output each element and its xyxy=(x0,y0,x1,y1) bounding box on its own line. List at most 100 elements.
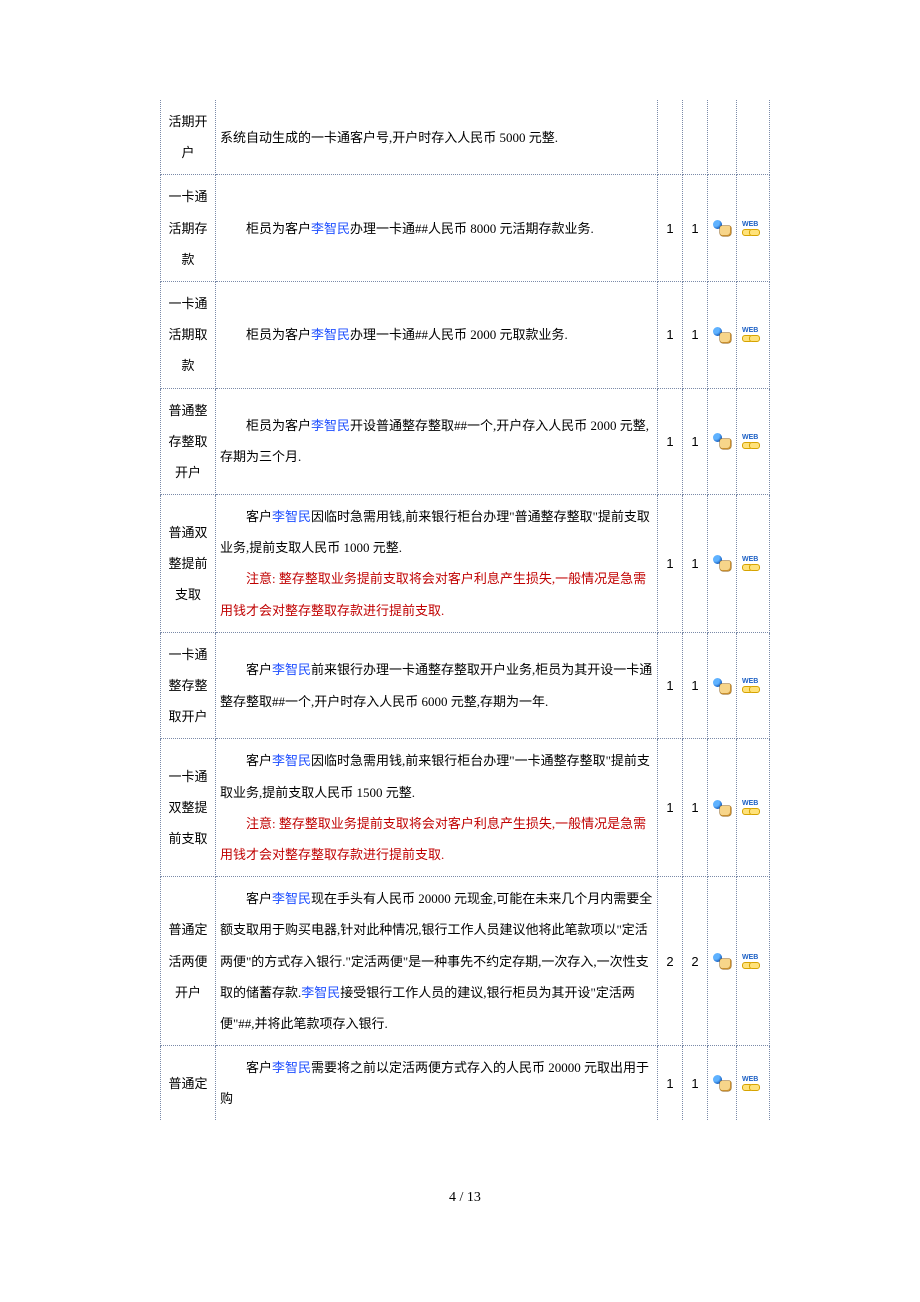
row-title: 一卡通活期取款 xyxy=(161,281,216,388)
drag-globe-icon[interactable] xyxy=(713,220,731,236)
web-link-icon[interactable]: WEB xyxy=(741,327,765,343)
table-row: 普通整存整取开户柜员为客户李智民开设普通整存整取##一个,开户存入人民币 200… xyxy=(161,388,770,495)
count-col-2: 1 xyxy=(683,739,708,877)
web-cell: WEB xyxy=(737,281,770,388)
count-col-2: 1 xyxy=(683,281,708,388)
icon-cell xyxy=(708,495,737,633)
count-col-1: 1 xyxy=(658,281,683,388)
count-col-1 xyxy=(658,100,683,175)
web-link-icon[interactable]: WEB xyxy=(741,953,765,969)
table-row: 一卡通活期存款柜员为客户李智民办理一卡通##人民币 8000 元活期存款业务.1… xyxy=(161,175,770,282)
icon-cell xyxy=(708,1046,737,1121)
count-col-2: 1 xyxy=(683,1046,708,1121)
web-cell: WEB xyxy=(737,877,770,1046)
drag-globe-icon[interactable] xyxy=(713,678,731,694)
page-footer: 4 / 13 xyxy=(160,1190,770,1206)
count-col-2 xyxy=(683,100,708,175)
web-link-icon[interactable]: WEB xyxy=(741,433,765,449)
customer-name: 李智民 xyxy=(272,753,311,768)
drag-globe-icon[interactable] xyxy=(713,800,731,816)
row-description: 客户李智民前来银行办理一卡通整存整取开户业务,柜员为其开设一卡通整存整取##一个… xyxy=(216,632,658,739)
count-col-2: 1 xyxy=(683,632,708,739)
count-col-2: 1 xyxy=(683,388,708,495)
table-row: 普通双整提前支取客户李智民因临时急需用钱,前来银行柜台办理"普通整存整取"提前支… xyxy=(161,495,770,633)
desc-text: 客户 xyxy=(246,753,272,768)
desc-text: 柜员为客户 xyxy=(246,327,311,342)
desc-text: 办理一卡通##人民币 8000 元活期存款业务. xyxy=(350,221,594,236)
drag-globe-icon[interactable] xyxy=(713,1075,731,1091)
icon-cell xyxy=(708,739,737,877)
desc-text: 客户 xyxy=(246,662,272,677)
table-row: 活期开户系统自动生成的一卡通客户号,开户时存入人民币 5000 元整. xyxy=(161,100,770,175)
row-title: 一卡通双整提前支取 xyxy=(161,739,216,877)
count-col-2: 1 xyxy=(683,175,708,282)
row-description: 柜员为客户李智民办理一卡通##人民币 2000 元取款业务. xyxy=(216,281,658,388)
row-title: 一卡通活期存款 xyxy=(161,175,216,282)
row-title: 普通双整提前支取 xyxy=(161,495,216,633)
customer-name: 李智民 xyxy=(301,985,340,1000)
row-title: 普通整存整取开户 xyxy=(161,388,216,495)
customer-name: 李智民 xyxy=(311,418,350,433)
web-link-icon[interactable]: WEB xyxy=(741,678,765,694)
count-col-1: 1 xyxy=(658,632,683,739)
web-cell: WEB xyxy=(737,495,770,633)
task-table: 活期开户系统自动生成的一卡通客户号,开户时存入人民币 5000 元整.一卡通活期… xyxy=(160,100,770,1120)
desc-text: 客户 xyxy=(246,1060,272,1075)
warning-note: 注意: 整存整取业务提前支取将会对客户利息产生损失,一般情况是急需用钱才会对整存… xyxy=(220,808,653,870)
count-col-1: 1 xyxy=(658,739,683,877)
customer-name: 李智民 xyxy=(311,327,350,342)
customer-name: 李智民 xyxy=(272,891,311,906)
row-title: 活期开户 xyxy=(161,100,216,175)
row-description: 客户李智民因临时急需用钱,前来银行柜台办理"普通整存整取"提前支取业务,提前支取… xyxy=(216,495,658,633)
customer-name: 李智民 xyxy=(272,509,311,524)
customer-name: 李智民 xyxy=(272,1060,311,1075)
row-description: 客户李智民需要将之前以定活两便方式存入的人民币 20000 元取出用于购 xyxy=(216,1046,658,1121)
table-row: 普通定活两便开户客户李智民现在手头有人民币 20000 元现金,可能在未来几个月… xyxy=(161,877,770,1046)
count-col-2: 1 xyxy=(683,495,708,633)
count-col-1: 2 xyxy=(658,877,683,1046)
row-description: 系统自动生成的一卡通客户号,开户时存入人民币 5000 元整. xyxy=(216,100,658,175)
drag-globe-icon[interactable] xyxy=(713,555,731,571)
icon-cell xyxy=(708,877,737,1046)
icon-cell xyxy=(708,388,737,495)
row-title: 普通定活两便开户 xyxy=(161,877,216,1046)
web-cell: WEB xyxy=(737,1046,770,1121)
row-description: 柜员为客户李智民开设普通整存整取##一个,开户存入人民币 2000 元整,存期为… xyxy=(216,388,658,495)
warning-note: 注意: 整存整取业务提前支取将会对客户利息产生损失,一般情况是急需用钱才会对整存… xyxy=(220,563,653,625)
drag-globe-icon[interactable] xyxy=(713,953,731,969)
row-title: 一卡通整存整取开户 xyxy=(161,632,216,739)
customer-name: 李智民 xyxy=(311,221,350,236)
customer-name: 李智民 xyxy=(272,662,311,677)
table-row: 普通定客户李智民需要将之前以定活两便方式存入的人民币 20000 元取出用于购1… xyxy=(161,1046,770,1121)
desc-text: 办理一卡通##人民币 2000 元取款业务. xyxy=(350,327,568,342)
web-cell: WEB xyxy=(737,175,770,282)
row-description: 柜员为客户李智民办理一卡通##人民币 8000 元活期存款业务. xyxy=(216,175,658,282)
web-cell: WEB xyxy=(737,388,770,495)
web-link-icon[interactable]: WEB xyxy=(741,555,765,571)
count-col-1: 1 xyxy=(658,175,683,282)
count-col-1: 1 xyxy=(658,1046,683,1121)
web-cell: WEB xyxy=(737,632,770,739)
web-cell xyxy=(737,100,770,175)
icon-cell xyxy=(708,100,737,175)
web-link-icon[interactable]: WEB xyxy=(741,800,765,816)
web-link-icon[interactable]: WEB xyxy=(741,220,765,236)
icon-cell xyxy=(708,281,737,388)
drag-globe-icon[interactable] xyxy=(713,327,731,343)
web-cell: WEB xyxy=(737,739,770,877)
web-link-icon[interactable]: WEB xyxy=(741,1075,765,1091)
row-description: 客户李智民现在手头有人民币 20000 元现金,可能在未来几个月内需要全额支取用… xyxy=(216,877,658,1046)
count-col-1: 1 xyxy=(658,495,683,633)
table-row: 一卡通双整提前支取客户李智民因临时急需用钱,前来银行柜台办理"一卡通整存整取"提… xyxy=(161,739,770,877)
desc-text: 现在手头有人民币 20000 元现金,可能在未来几个月内需要全额支取用于购买电器… xyxy=(220,891,652,1000)
table-row: 一卡通整存整取开户客户李智民前来银行办理一卡通整存整取开户业务,柜员为其开设一卡… xyxy=(161,632,770,739)
row-description: 客户李智民因临时急需用钱,前来银行柜台办理"一卡通整存整取"提前支取业务,提前支… xyxy=(216,739,658,877)
count-col-1: 1 xyxy=(658,388,683,495)
drag-globe-icon[interactable] xyxy=(713,433,731,449)
desc-text: 客户 xyxy=(246,891,272,906)
count-col-2: 2 xyxy=(683,877,708,1046)
desc-text: 柜员为客户 xyxy=(246,418,311,433)
table-row: 一卡通活期取款柜员为客户李智民办理一卡通##人民币 2000 元取款业务.11W… xyxy=(161,281,770,388)
icon-cell xyxy=(708,632,737,739)
desc-text: 客户 xyxy=(246,509,272,524)
